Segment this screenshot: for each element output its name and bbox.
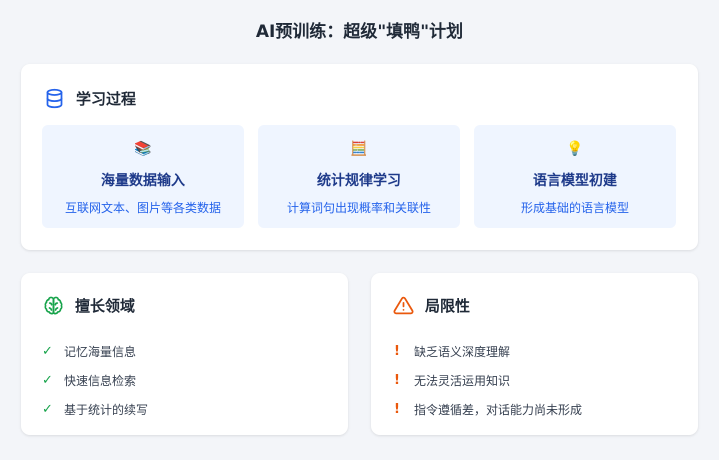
learning-process-title: 学习过程 (76, 90, 137, 108)
check-icon: ✓ (42, 373, 53, 388)
list-item-text: 快速信息检索 (64, 374, 137, 388)
list-item-text: 缺乏语义深度理解 (414, 345, 511, 359)
limitations-list: ! 缺乏语义深度理解 ! 无法灵活运用知识 ! 指令遵循差，对话能力尚未形成 (392, 337, 582, 424)
check-icon: ✓ (42, 402, 53, 417)
list-item-text: 无法灵活运用知识 (414, 374, 511, 388)
abacus-icon: 🧮 (350, 141, 368, 157)
limitations-card: 局限性 ! 缺乏语义深度理解 ! 无法灵活运用知识 ! 指令遵循差，对话能力尚未… (371, 273, 698, 435)
step-tile-statistics: 🧮 统计规律学习 计算词句出现概率和关联性 (258, 125, 460, 228)
list-item-text: 指令遵循差，对话能力尚未形成 (414, 403, 583, 417)
database-icon (44, 88, 65, 109)
exclamation-icon: ! (394, 373, 400, 388)
step-title: 统计规律学习 (317, 173, 401, 189)
list-item: ! 缺乏语义深度理解 (392, 337, 582, 366)
list-item: ✓ 记忆海量信息 (42, 337, 148, 366)
list-item: ✓ 快速信息检索 (42, 366, 148, 395)
page-title: AI预训练：超级"填鸭"计划 (255, 22, 464, 42)
list-item: ! 指令遵循差，对话能力尚未形成 (392, 395, 582, 424)
step-description: 计算词句出现概率和关联性 (286, 201, 431, 215)
strengths-header: 擅长领域 (43, 295, 135, 316)
books-icon: 📚 (134, 141, 152, 157)
page: AI预训练：超级"填鸭"计划 学习过程 📚 海量数据输入 互联网文本、图片等各类… (0, 0, 719, 460)
step-tile-data-input: 📚 海量数据输入 互联网文本、图片等各类数据 (42, 125, 244, 228)
strengths-list: ✓ 记忆海量信息 ✓ 快速信息检索 ✓ 基于统计的续写 (42, 337, 148, 424)
strengths-card: 擅长领域 ✓ 记忆海量信息 ✓ 快速信息检索 ✓ 基于统计的续写 (21, 273, 348, 435)
step-description: 形成基础的语言模型 (520, 201, 629, 215)
learning-process-card: 学习过程 📚 海量数据输入 互联网文本、图片等各类数据 🧮 统计规律学习 计算词… (21, 64, 698, 250)
exclamation-icon: ! (394, 402, 400, 417)
limitations-header: 局限性 (393, 295, 470, 316)
step-title: 语言模型初建 (533, 173, 617, 189)
step-title: 海量数据输入 (101, 173, 185, 189)
step-tile-language-model: 💡 语言模型初建 形成基础的语言模型 (474, 125, 676, 228)
brain-icon (43, 295, 64, 316)
learning-process-header: 学习过程 (44, 88, 136, 109)
warning-triangle-icon (393, 295, 414, 316)
lightbulb-icon: 💡 (566, 141, 584, 157)
strengths-title: 擅长领域 (75, 297, 136, 315)
list-item: ! 无法灵活运用知识 (392, 366, 582, 395)
step-description: 互联网文本、图片等各类数据 (64, 201, 221, 215)
limitations-title: 局限性 (425, 297, 471, 315)
list-item: ✓ 基于统计的续写 (42, 395, 148, 424)
check-icon: ✓ (42, 344, 53, 359)
list-item-text: 记忆海量信息 (64, 345, 137, 359)
exclamation-icon: ! (394, 344, 400, 359)
list-item-text: 基于统计的续写 (64, 403, 149, 417)
